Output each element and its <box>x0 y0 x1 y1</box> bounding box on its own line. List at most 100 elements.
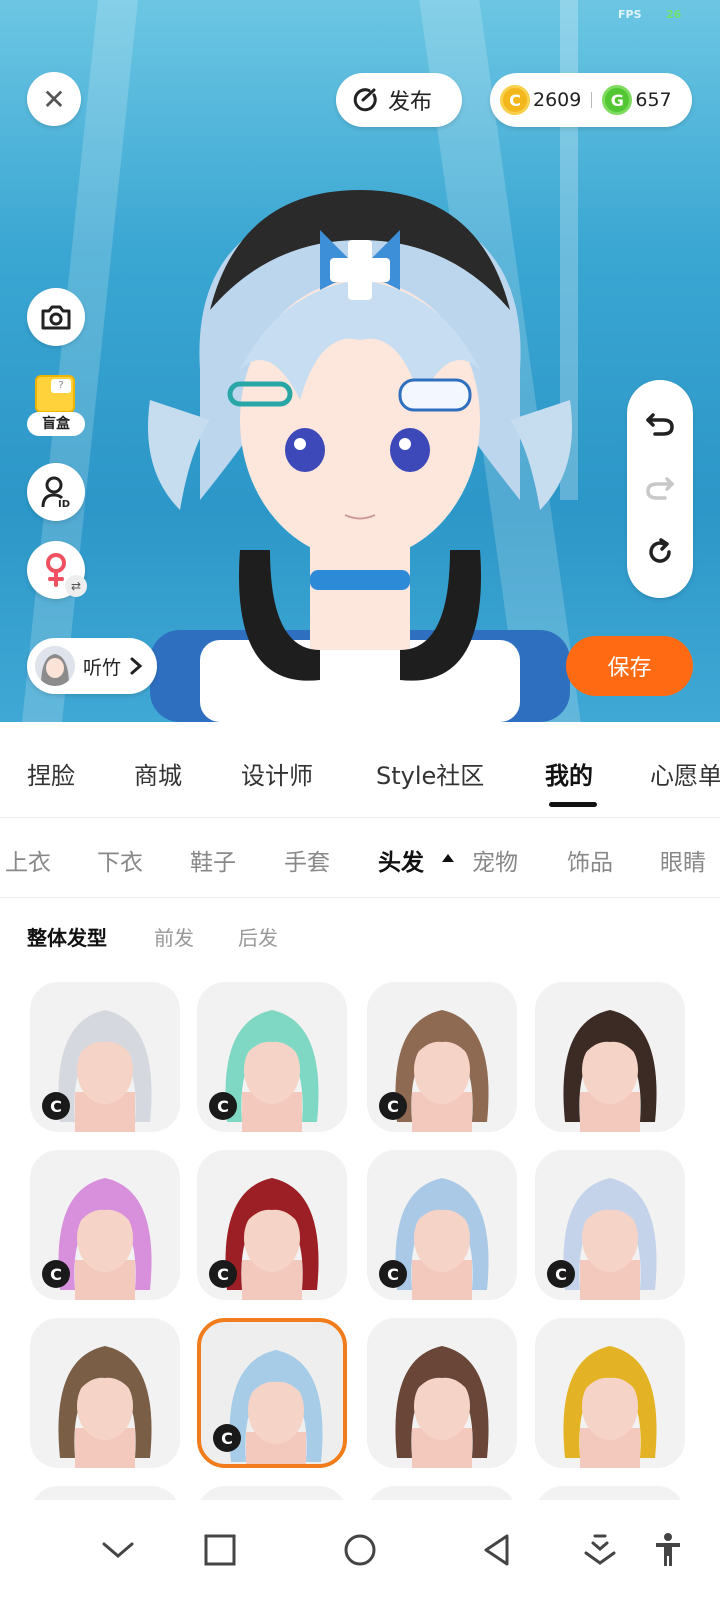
category-gloves[interactable]: 手套 <box>284 843 330 877</box>
category-eyes[interactable]: 眼睛 <box>660 843 706 877</box>
fps-value: 26 <box>666 8 682 21</box>
creator-badge-icon: C <box>209 1260 237 1288</box>
publish-button[interactable]: 发布 <box>336 73 462 127</box>
category-tab-bar: 上衣 下衣 鞋子 手套 头发 宠物 饰品 眼睛 <box>0 818 720 898</box>
camera-icon <box>41 305 71 330</box>
redo-button[interactable] <box>627 468 693 508</box>
hair-item-card[interactable]: C <box>197 1318 347 1468</box>
fps-label: FPS <box>618 8 642 21</box>
creator-badge-icon: C <box>42 1260 70 1288</box>
green-coin-value: 657 <box>635 89 672 111</box>
svg-text:ID: ID <box>58 499 70 509</box>
currency-display[interactable]: C 2609 G 657 <box>490 73 692 127</box>
undo-icon <box>646 413 674 436</box>
hair-item-card[interactable]: C <box>197 982 347 1132</box>
chevron-right-icon <box>130 657 143 675</box>
profile-chip[interactable]: 听竹 <box>27 638 157 694</box>
creator-badge-icon: C <box>547 1260 575 1288</box>
hair-item-card[interactable]: C <box>535 1150 685 1300</box>
category-accessory[interactable]: 饰品 <box>567 843 613 877</box>
gold-coin-value: 2609 <box>533 89 582 111</box>
hair-item-card[interactable]: C <box>30 1150 180 1300</box>
category-hair[interactable]: 头发 <box>378 843 424 877</box>
green-coin-icon: G <box>602 85 633 115</box>
active-tab-indicator <box>549 802 597 807</box>
redo-icon <box>646 477 674 500</box>
hair-item-card[interactable] <box>30 1486 180 1500</box>
hair-item-card[interactable] <box>197 1486 347 1500</box>
hair-item-card[interactable]: C <box>30 982 180 1132</box>
tab-wishlist[interactable]: 心愿单 <box>650 756 720 791</box>
accessibility-icon <box>656 1533 680 1566</box>
hair-item-card[interactable] <box>367 1486 517 1500</box>
chevron-down-icon <box>102 1542 134 1558</box>
caret-up-icon <box>442 854 454 862</box>
category-top[interactable]: 上衣 <box>5 843 51 877</box>
filter-back-hair[interactable]: 后发 <box>238 922 278 951</box>
profile-id-button[interactable]: ID <box>27 463 85 521</box>
main-tab-bar: 捏脸 商城 设计师 Style社区 我的 心愿单 <box>0 722 720 818</box>
hair-thumbnail <box>563 1346 657 1468</box>
nav-home-button[interactable] <box>340 1530 380 1570</box>
circle-icon <box>344 1534 376 1566</box>
profile-name: 听竹 <box>83 656 122 679</box>
nav-collapse-button[interactable] <box>98 1530 138 1570</box>
tab-designer[interactable]: 设计师 <box>241 756 313 791</box>
creator-badge-icon: C <box>209 1092 237 1120</box>
hair-style-filter: 整体发型 前发 后发 <box>0 898 720 978</box>
hair-item-card[interactable] <box>30 1318 180 1468</box>
hair-item-grid: C C C C C C C C <box>0 978 720 1500</box>
creator-badge-icon: C <box>42 1092 70 1120</box>
hair-item-card[interactable]: C <box>197 1150 347 1300</box>
character-avatar <box>148 190 572 722</box>
character-viewport[interactable]: FPS 26 ✕ 发布 C 2609 G 657 ? 盲盒 ID ⇄ 听竹 保存 <box>0 0 720 722</box>
system-nav-bar <box>0 1500 720 1600</box>
category-shoes[interactable]: 鞋子 <box>190 843 236 877</box>
history-panel <box>627 380 693 598</box>
tab-mine[interactable]: 我的 <box>545 756 593 791</box>
app-root: FPS 26 ✕ 发布 C 2609 G 657 ? 盲盒 ID ⇄ 听竹 保存… <box>0 0 720 1600</box>
hair-thumbnail <box>58 1346 152 1468</box>
save-button[interactable]: 保存 <box>566 636 693 696</box>
gender-toggle-button[interactable]: ⇄ <box>27 541 87 599</box>
gold-coin-icon: C <box>500 85 530 115</box>
blind-box-label: 盲盒 <box>27 412 85 436</box>
nav-expand-button[interactable] <box>580 1530 620 1570</box>
camera-button[interactable] <box>27 288 85 346</box>
tab-shop[interactable]: 商城 <box>134 756 182 791</box>
triangle-back-icon <box>484 1534 509 1566</box>
hair-item-card[interactable]: C <box>367 982 517 1132</box>
currency-divider <box>591 92 593 108</box>
publish-icon <box>353 88 377 112</box>
hair-item-card[interactable] <box>535 1486 685 1500</box>
nav-back-button[interactable] <box>476 1530 516 1570</box>
nav-recents-button[interactable] <box>200 1530 240 1570</box>
tab-style-community[interactable]: Style社区 <box>376 756 484 791</box>
hair-item-card[interactable]: C <box>367 1150 517 1300</box>
nav-accessibility-button[interactable] <box>648 1530 688 1570</box>
creator-badge-icon: C <box>379 1092 407 1120</box>
tab-face[interactable]: 捏脸 <box>27 756 75 791</box>
close-icon: ✕ <box>42 82 66 116</box>
hair-thumbnail <box>395 1346 489 1468</box>
user-id-icon: ID <box>41 476 70 509</box>
filter-front-hair[interactable]: 前发 <box>154 922 194 951</box>
filter-full-hairstyle[interactable]: 整体发型 <box>27 922 107 951</box>
reset-button[interactable] <box>627 532 693 572</box>
undo-button[interactable] <box>627 404 693 444</box>
hair-item-card[interactable] <box>535 982 685 1132</box>
blind-box-button[interactable]: ? 盲盒 <box>27 375 85 437</box>
hair-thumbnail <box>563 1010 657 1132</box>
hair-item-card[interactable] <box>535 1318 685 1468</box>
hair-item-card[interactable] <box>367 1318 517 1468</box>
category-bottom[interactable]: 下衣 <box>97 843 143 877</box>
reset-icon <box>649 538 671 563</box>
creator-badge-icon: C <box>213 1424 241 1452</box>
expand-down-icon <box>584 1534 616 1565</box>
avatar <box>35 646 75 686</box>
square-icon <box>204 1534 236 1566</box>
category-pet[interactable]: 宠物 <box>472 843 518 877</box>
close-button[interactable]: ✕ <box>27 72 81 126</box>
creator-badge-icon: C <box>379 1260 407 1288</box>
publish-label: 发布 <box>388 90 433 115</box>
